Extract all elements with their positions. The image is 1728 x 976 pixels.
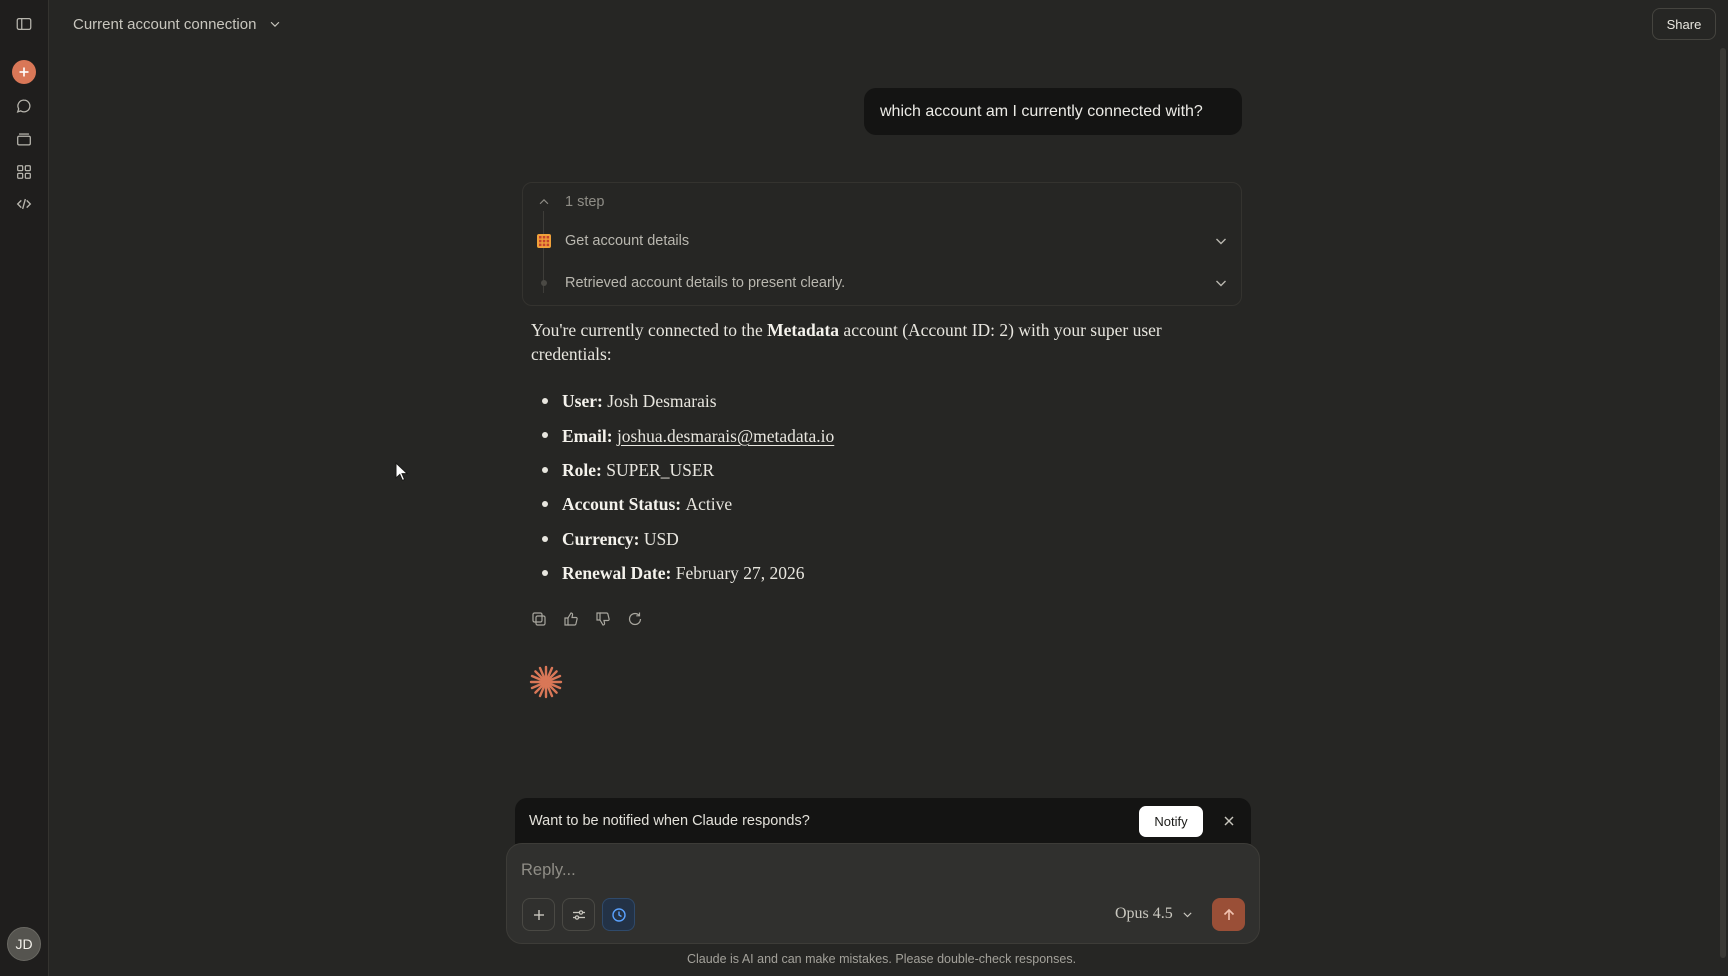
steps-toggle[interactable]: 1 step — [535, 193, 1229, 211]
list-item: Role: SUPER_USER — [531, 453, 1231, 487]
step-summary[interactable]: Retrieved account details to present cle… — [535, 274, 1229, 292]
step-dot — [541, 280, 547, 286]
model-label: Opus 4.5 — [1115, 905, 1173, 922]
new-chat-button[interactable] — [12, 60, 36, 84]
scrollbar[interactable] — [1720, 48, 1726, 958]
account-details-list: User: Josh Desmarais Email: joshua.desma… — [531, 384, 1231, 590]
reply-input[interactable] — [521, 856, 1121, 884]
notify-button[interactable]: Notify — [1139, 805, 1203, 837]
clock-icon — [611, 907, 626, 922]
retry-icon[interactable] — [626, 610, 644, 628]
step-tool-label: Get account details — [565, 233, 690, 249]
extended-thinking-toggle[interactable] — [602, 898, 635, 931]
list-item: Account Status: Active — [531, 487, 1231, 521]
table-icon — [535, 232, 553, 250]
composer: Opus 4.5 — [506, 843, 1260, 944]
list-item: Currency: USD — [531, 522, 1231, 556]
thumbs-down-icon[interactable] — [594, 610, 612, 628]
folder-stack-icon[interactable] — [12, 127, 36, 151]
notify-text: Want to be notified when Claude responds… — [529, 813, 810, 829]
send-button[interactable] — [1212, 898, 1245, 931]
sidebar-rail: JD — [0, 0, 49, 976]
copy-icon[interactable] — [530, 610, 548, 628]
disclaimer: Claude is AI and can make mistakes. Plea… — [686, 952, 1077, 966]
chevron-up-icon — [535, 193, 553, 211]
tool-steps-panel: 1 step Get account details Retrieved acc… — [522, 182, 1242, 306]
message-actions — [530, 610, 644, 628]
user-message: which account am I currently connected w… — [864, 88, 1242, 135]
chevron-down-icon — [1183, 911, 1192, 917]
assistant-message: You're currently connected to the Metada… — [531, 318, 1231, 590]
plus-icon — [533, 909, 544, 920]
list-item: Email: joshua.desmarais@metadata.io — [531, 418, 1231, 452]
list-item: Renewal Date: February 27, 2026 — [531, 556, 1231, 590]
steps-count: 1 step — [565, 194, 605, 210]
arrow-up-icon — [1223, 908, 1234, 920]
step-get-account-details[interactable]: Get account details — [535, 232, 1229, 250]
chevron-down-icon — [271, 21, 280, 28]
add-attachment-button[interactable] — [522, 898, 555, 931]
answer-intro: You're currently connected to the Metada… — [531, 320, 1162, 364]
chat-bubble-icon[interactable] — [12, 94, 36, 118]
close-icon[interactable] — [1221, 813, 1237, 829]
claude-spark-icon — [529, 665, 563, 699]
conversation-title-dropdown[interactable]: Current account connection — [73, 13, 282, 35]
list-item: User: Josh Desmarais — [531, 384, 1231, 418]
share-button[interactable]: Share — [1652, 8, 1716, 40]
chevron-down-icon — [1216, 280, 1226, 287]
sliders-icon — [572, 909, 585, 920]
page-title: Current account connection — [73, 15, 257, 33]
sidebar-toggle-icon[interactable] — [12, 12, 36, 36]
mouse-cursor-icon — [395, 462, 409, 482]
step-summary-label: Retrieved account details to present cle… — [565, 275, 846, 291]
email-link[interactable]: joshua.desmarais@metadata.io — [617, 424, 834, 448]
thumbs-up-icon[interactable] — [562, 610, 580, 628]
account-name: Metadata — [767, 320, 840, 340]
grid-icon[interactable] — [12, 160, 36, 184]
model-selector[interactable]: Opus 4.5 — [1115, 905, 1194, 923]
notify-banner: Want to be notified when Claude responds… — [515, 798, 1251, 844]
chevron-down-icon — [1216, 238, 1226, 245]
tools-button[interactable] — [562, 898, 595, 931]
code-icon[interactable] — [12, 192, 36, 216]
